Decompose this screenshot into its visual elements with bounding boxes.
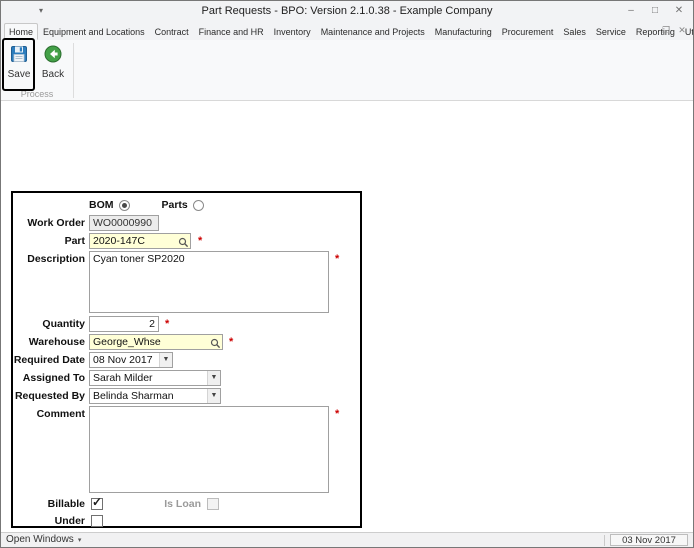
- warehouse-required-marker: *: [229, 336, 234, 348]
- warehouse-input[interactable]: [89, 334, 223, 350]
- ribbon: Save Back Process: [1, 40, 693, 100]
- child-close-icon[interactable]: ✕: [676, 25, 688, 36]
- tab-finance-and-hr[interactable]: Finance and HR: [194, 23, 269, 40]
- comment-textarea[interactable]: [89, 406, 329, 493]
- parts-radio[interactable]: [192, 199, 204, 211]
- bom-radio[interactable]: [118, 199, 130, 211]
- warehouse-lookup-field: [89, 334, 223, 350]
- part-input[interactable]: [89, 233, 191, 249]
- assigned-to-dropdown-icon[interactable]: ▼: [207, 371, 220, 385]
- tab-equipment-and-locations[interactable]: Equipment and Locations: [38, 23, 150, 40]
- close-button[interactable]: ✕: [668, 3, 690, 19]
- work-order-label: Work Order: [27, 217, 85, 229]
- assigned-to-combobox[interactable]: Sarah Milder ▼: [89, 370, 221, 386]
- tab-procurement[interactable]: Procurement: [497, 23, 559, 40]
- minimize-button[interactable]: –: [620, 3, 642, 19]
- quantity-required-marker: *: [165, 318, 170, 330]
- open-windows-caret-icon: ▾: [77, 536, 82, 544]
- requested-by-value: Belinda Sharman: [93, 390, 174, 402]
- requested-by-combobox[interactable]: Belinda Sharman ▼: [89, 388, 221, 404]
- tab-contract[interactable]: Contract: [150, 23, 194, 40]
- status-date: 03 Nov 2017: [610, 534, 688, 546]
- tab-inventory[interactable]: Inventory: [269, 23, 316, 40]
- window-controls: – □ ✕: [620, 3, 690, 19]
- work-order-input[interactable]: [89, 215, 159, 231]
- maximize-button[interactable]: □: [644, 3, 666, 19]
- back-button[interactable]: Back: [37, 43, 69, 89]
- save-button-label: Save: [7, 69, 31, 80]
- part-request-form: BOM Parts Work Order Part * Description …: [11, 191, 362, 543]
- tab-maintenance-and-projects[interactable]: Maintenance and Projects: [316, 23, 430, 40]
- requested-by-label: Requested By: [14, 390, 85, 402]
- save-icon: [9, 44, 29, 67]
- mdi-child-controls: – ❐ ✕: [644, 25, 688, 36]
- save-button[interactable]: Save: [3, 43, 35, 89]
- warehouse-label: Warehouse: [28, 336, 85, 348]
- required-date-value: 08 Nov 2017: [93, 354, 153, 366]
- required-date-combobox[interactable]: 08 Nov 2017 ▼: [89, 352, 173, 368]
- required-date-label: Required Date: [13, 354, 85, 366]
- description-textarea[interactable]: Cyan toner SP2020: [89, 251, 329, 313]
- part-lookup-icon[interactable]: [178, 235, 189, 248]
- tab-service[interactable]: Service: [591, 23, 631, 40]
- parts-label: Parts: [161, 199, 188, 211]
- open-windows-dropdown[interactable]: Open Windows ▾: [6, 534, 81, 545]
- warehouse-lookup-icon[interactable]: [210, 336, 221, 349]
- tab-manufacturing[interactable]: Manufacturing: [430, 23, 497, 40]
- is-loan-checkbox: [207, 498, 219, 510]
- bom-label: BOM: [89, 199, 114, 211]
- part-label: Part: [64, 235, 85, 247]
- comment-required-marker: *: [335, 408, 340, 420]
- status-separator: [604, 535, 605, 546]
- open-windows-label: Open Windows: [6, 534, 74, 545]
- quantity-label: Quantity: [42, 318, 85, 330]
- description-required-marker: *: [335, 253, 340, 265]
- back-button-label: Back: [41, 69, 65, 80]
- tab-sales[interactable]: Sales: [558, 23, 591, 40]
- billable-checkbox[interactable]: ✓: [91, 495, 103, 510]
- comment-label: Comment: [36, 408, 85, 420]
- back-icon: [43, 44, 63, 67]
- ribbon-tab-bar: Home Equipment and Locations Contract Fi…: [1, 22, 693, 40]
- window-title: Part Requests - BPO: Version 2.1.0.38 - …: [201, 5, 493, 17]
- tab-home[interactable]: Home: [4, 23, 39, 40]
- check-icon: ✓: [92, 495, 103, 509]
- quantity-input[interactable]: [89, 316, 159, 332]
- source-radio-group: BOM Parts: [89, 199, 204, 211]
- part-required-marker: *: [198, 235, 203, 247]
- requested-by-dropdown-icon[interactable]: ▼: [207, 389, 220, 403]
- assigned-to-value: Sarah Milder: [93, 372, 153, 384]
- child-restore-icon[interactable]: ❐: [660, 25, 672, 36]
- is-loan-label: Is Loan: [164, 498, 201, 510]
- part-lookup-field: [89, 233, 191, 249]
- assigned-to-label: Assigned To: [22, 372, 85, 384]
- app-window: ▾ Part Requests - BPO: Version 2.1.0.38 …: [0, 0, 694, 548]
- ribbon-group-label: Process: [20, 89, 54, 99]
- required-date-dropdown-icon[interactable]: ▼: [159, 353, 172, 367]
- ribbon-group-separator: [73, 43, 74, 98]
- status-bar: Open Windows ▾ 03 Nov 2017: [1, 532, 693, 547]
- title-bar: ▾ Part Requests - BPO: Version 2.1.0.38 …: [1, 1, 693, 22]
- description-label: Description: [27, 253, 85, 265]
- billable-label: Billable: [47, 498, 85, 510]
- child-minimize-icon[interactable]: –: [644, 25, 656, 36]
- under-warranty-checkbox[interactable]: [91, 515, 103, 527]
